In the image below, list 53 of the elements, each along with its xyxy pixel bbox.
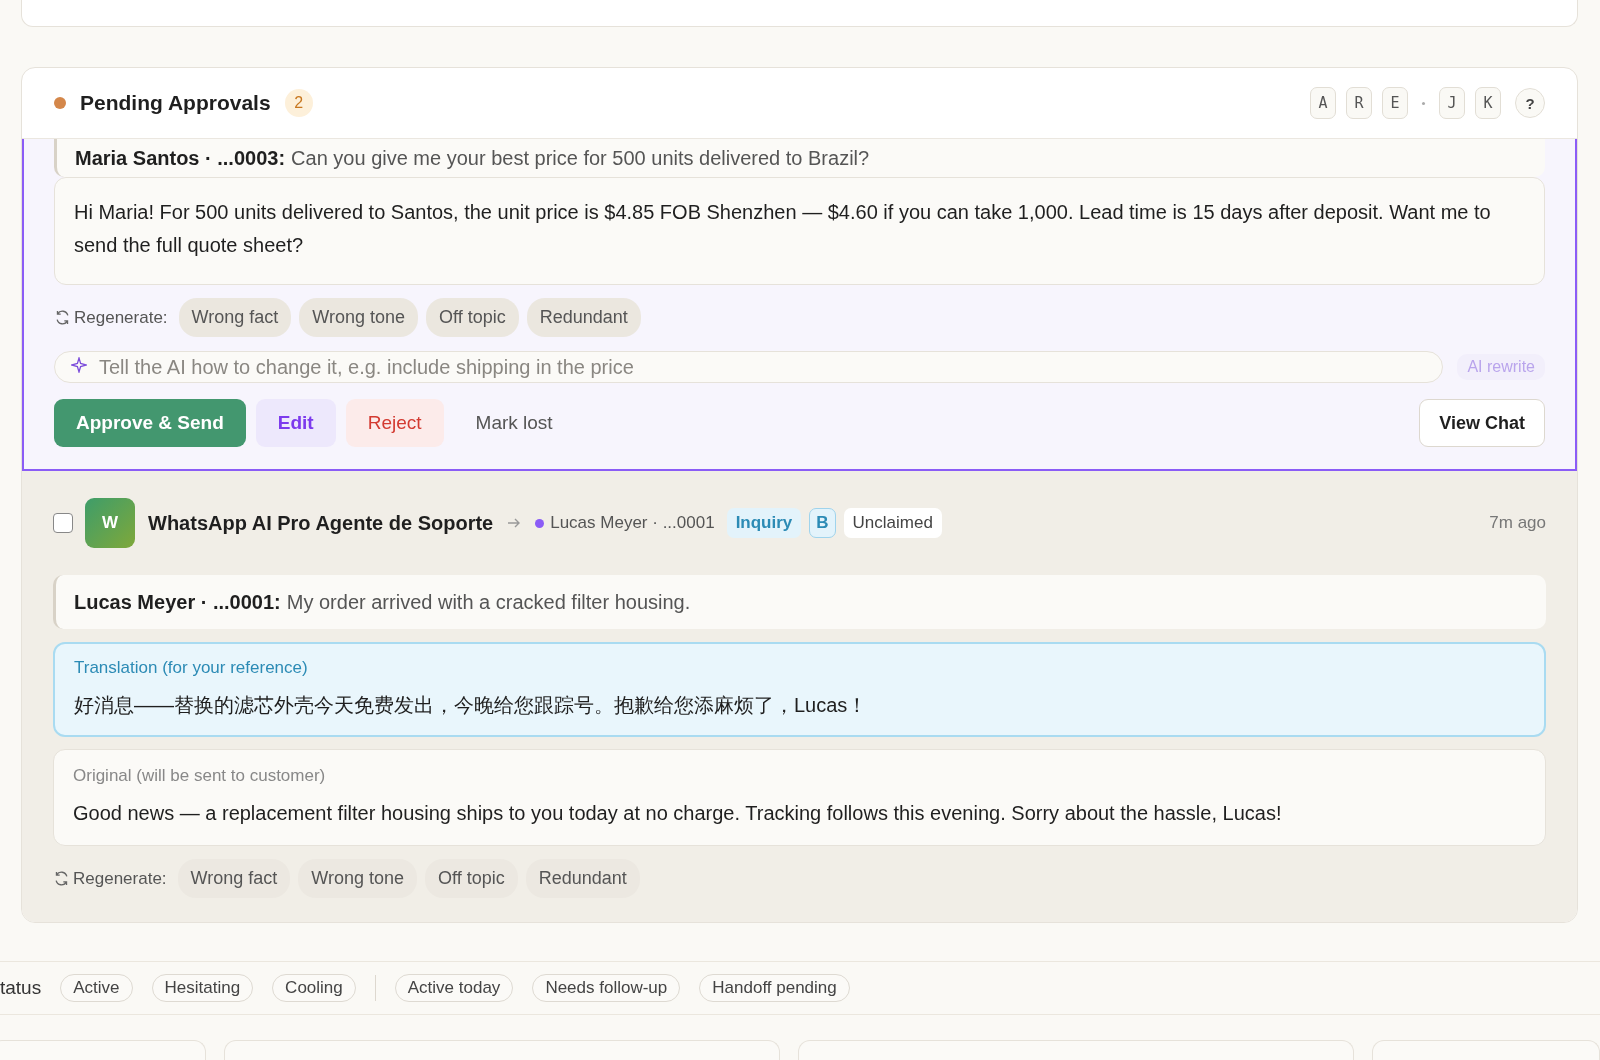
filter-label: tatus	[0, 977, 42, 999]
customer-message: Lucas Meyer · ...0001: My order arrived with a cracked filter housing.	[53, 575, 1546, 629]
rewrite-field[interactable]: Tell the AI how to change it, e.g. include shipping in the price	[54, 351, 1444, 383]
filter-chip[interactable]: Active	[60, 974, 133, 1002]
translation-text: 好消息——替换的滤芯外壳今天免费发出，今晚给您跟踪号。抱歉给您添麻烦了，Lucas！	[74, 693, 869, 718]
filter-chip[interactable]: Cooling	[272, 974, 356, 1002]
refresh-icon	[54, 309, 71, 326]
arrow-icon	[507, 517, 522, 529]
customer-message: Maria Santos · ...0003: Can you give me your best price for 500 units delivered to Brazil?	[54, 139, 1545, 177]
filter-chip[interactable]: Handoff pending	[699, 974, 850, 1002]
shortcut-key[interactable]: K	[1475, 87, 1501, 119]
help-button[interactable]: ?	[1515, 88, 1545, 118]
filter-chip[interactable]: Needs follow-up	[532, 974, 681, 1002]
translation-label: Translation (for your reference)	[74, 658, 309, 678]
reason-chip[interactable]: Wrong fact	[178, 298, 292, 337]
timestamp: 7m ago	[1489, 513, 1546, 533]
reason-chip[interactable]: Wrong tone	[299, 298, 419, 337]
view-chat-button[interactable]: View Chat	[1419, 399, 1545, 447]
reason-chip[interactable]: Redundant	[525, 859, 640, 898]
reason-chip[interactable]: Off topic	[425, 859, 518, 898]
status-dot	[54, 97, 66, 109]
original-text: Good news — a replacement filter housing ships to you today at no charge. Tracking follows this evening. Sorry about the hassle, Lucas!	[73, 802, 1283, 825]
original-label: Original (will be sent to customer)	[73, 766, 327, 786]
shortcut-key[interactable]: J	[1439, 87, 1465, 119]
agent-name: WhatsApp AI Pro Agente de Soporte	[148, 511, 494, 535]
draft-reply: Hi Maria! For 500 units delivered to Santos, the unit price is $4.85 FOB Shenzhen — $4.60 if you can take 1,000. Lead time is 15 days after deposit. Want me to send the full quote sheet?	[54, 177, 1545, 285]
refresh-icon	[53, 870, 70, 887]
approval-item[interactable]	[22, 471, 1577, 922]
reason-chip[interactable]: Redundant	[526, 298, 641, 337]
regenerate-label: Regenerate:	[74, 307, 168, 328]
sparkle-icon	[71, 357, 87, 373]
contact-name: Lucas Meyer · ...0001	[550, 513, 715, 533]
action-button[interactable]: Reject	[345, 399, 444, 447]
action-button[interactable]: Edit	[255, 399, 336, 447]
filter-chip[interactable]: Hesitating	[151, 974, 254, 1002]
tag: Unclaimed	[843, 508, 942, 538]
reason-chip[interactable]: Wrong tone	[298, 859, 418, 898]
avatar: W	[85, 498, 135, 548]
shortcut-key[interactable]: E	[1382, 87, 1408, 119]
tag: Inquiry	[726, 508, 802, 538]
reason-chip[interactable]: Wrong fact	[177, 859, 291, 898]
shortcut-key[interactable]: A	[1310, 87, 1336, 119]
shortcut-key[interactable]: R	[1346, 87, 1372, 119]
tag: B	[809, 508, 836, 538]
checkbox[interactable]	[53, 513, 73, 533]
panel-title: Pending Approvals	[80, 91, 271, 115]
filter-chip[interactable]: Active today	[394, 974, 514, 1002]
action-button[interactable]: Mark lost	[453, 399, 575, 447]
reason-chip[interactable]: Off topic	[426, 298, 519, 337]
count-badge: 2	[284, 89, 313, 117]
regenerate-label: Regenerate:	[73, 868, 167, 889]
approval-item[interactable]	[22, 139, 1577, 471]
action-button[interactable]: Approve & Send	[54, 399, 246, 447]
